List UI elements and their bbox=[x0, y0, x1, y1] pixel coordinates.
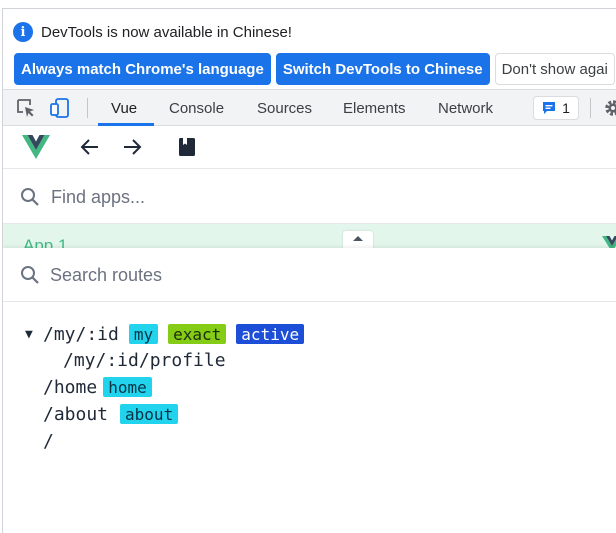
route-tag: about bbox=[120, 404, 179, 424]
info-icon: i bbox=[13, 22, 33, 42]
settings-gear-icon[interactable] bbox=[602, 97, 616, 119]
infobar-buttons: Always match Chrome's language Switch De… bbox=[14, 53, 615, 85]
toolbar-divider bbox=[87, 98, 88, 118]
tab-sources[interactable]: Sources bbox=[257, 90, 312, 126]
language-infobar: i DevTools is now available in Chinese! … bbox=[3, 9, 616, 89]
app-list-item[interactable]: App 1 bbox=[3, 224, 616, 248]
devtools-tabbar: Vue Console Sources Elements Network 1 bbox=[3, 89, 616, 126]
route-node[interactable]: / bbox=[43, 429, 54, 453]
find-apps-bar bbox=[3, 169, 616, 224]
back-arrow-icon[interactable] bbox=[80, 138, 100, 156]
route-tag: home bbox=[103, 377, 152, 397]
routes-search-bar bbox=[3, 248, 616, 302]
route-node[interactable]: /about about bbox=[43, 402, 179, 426]
tab-vue[interactable]: Vue bbox=[111, 90, 137, 126]
dont-show-again-button[interactable]: Don't show agai bbox=[494, 53, 615, 85]
tab-elements[interactable]: Elements bbox=[343, 90, 406, 126]
search-icon bbox=[21, 266, 39, 284]
caret-down-icon[interactable]: ▼ bbox=[25, 327, 43, 342]
route-node[interactable]: /home home bbox=[43, 375, 152, 399]
route-path: / bbox=[43, 430, 54, 452]
route-node[interactable]: ▼ /my/:id my exact active bbox=[25, 322, 305, 346]
find-apps-input[interactable] bbox=[51, 185, 351, 209]
collapse-app-list-button[interactable] bbox=[343, 231, 373, 248]
issues-count: 1 bbox=[562, 100, 570, 116]
search-icon bbox=[21, 188, 39, 206]
routes-tree: ▼ /my/:id my exact active /my/:id/profil… bbox=[3, 302, 616, 533]
app-name: App 1 bbox=[23, 236, 68, 248]
tab-console[interactable]: Console bbox=[169, 90, 224, 126]
inspect-element-icon[interactable] bbox=[15, 97, 37, 119]
route-path: /home bbox=[43, 376, 98, 398]
vue-logo-icon bbox=[22, 135, 50, 159]
route-tag: exact bbox=[168, 324, 227, 344]
route-node[interactable]: /my/:id/profile bbox=[63, 348, 226, 372]
chevron-up-icon bbox=[353, 236, 363, 241]
tab-network[interactable]: Network bbox=[438, 90, 493, 126]
route-path: /my/:id bbox=[43, 323, 119, 345]
switch-to-chinese-button[interactable]: Switch DevTools to Chinese bbox=[275, 53, 490, 85]
forward-arrow-icon[interactable] bbox=[122, 138, 142, 156]
route-tag: my bbox=[128, 324, 159, 344]
vue-toolbar bbox=[3, 126, 616, 169]
route-path: /about bbox=[43, 403, 109, 425]
device-toolbar-icon[interactable] bbox=[49, 97, 71, 119]
issues-icon bbox=[543, 102, 556, 114]
always-match-language-button[interactable]: Always match Chrome's language bbox=[14, 53, 271, 85]
docs-book-icon[interactable] bbox=[178, 137, 196, 157]
issues-button[interactable]: 1 bbox=[533, 96, 579, 120]
route-path: /my/:id/profile bbox=[63, 349, 226, 371]
vue-logo-icon bbox=[602, 236, 616, 248]
route-tag: active bbox=[236, 324, 305, 344]
toolbar-divider bbox=[590, 98, 591, 118]
infobar-message: DevTools is now available in Chinese! bbox=[41, 23, 292, 41]
devtools-window: i DevTools is now available in Chinese! … bbox=[2, 8, 616, 533]
infobar-message-row: i DevTools is now available in Chinese! bbox=[13, 21, 292, 43]
search-routes-input[interactable] bbox=[50, 263, 350, 287]
